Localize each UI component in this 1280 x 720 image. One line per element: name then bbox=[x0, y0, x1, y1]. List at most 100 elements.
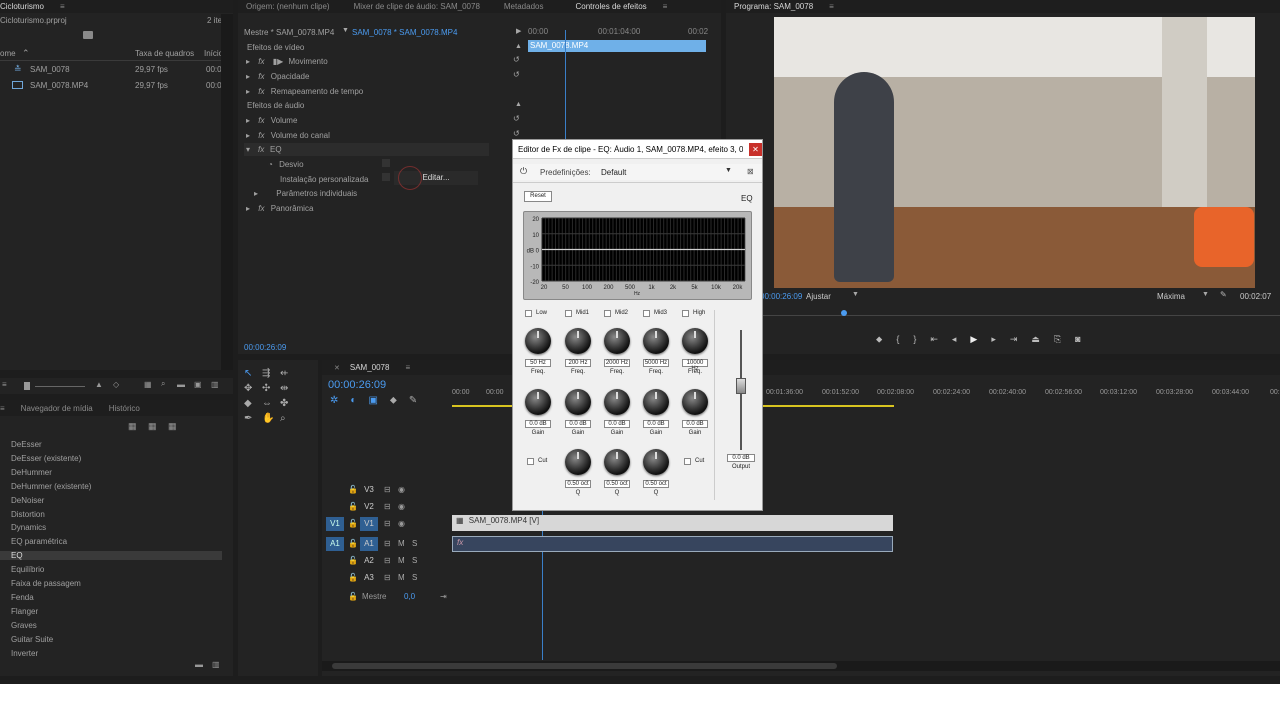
sync-lock-icon[interactable]: ⊟ bbox=[384, 485, 391, 494]
play-icon[interactable]: ▶ bbox=[970, 334, 977, 348]
col-fps[interactable]: Taxa de quadros bbox=[135, 49, 194, 58]
preset-dropdown[interactable]: Default bbox=[601, 168, 626, 177]
expand-icon[interactable]: ▸ bbox=[246, 72, 250, 81]
track-select-back-icon[interactable]: ⇷ bbox=[280, 368, 298, 379]
project-item[interactable]: ≛ SAM_0078 29,97 fps 00:0 bbox=[0, 62, 222, 76]
freq-value[interactable]: 50 Hz bbox=[525, 359, 551, 367]
folder-icon[interactable] bbox=[83, 31, 93, 39]
panel-menu-icon[interactable]: ≡ bbox=[655, 2, 676, 11]
bypass-checkbox[interactable] bbox=[382, 159, 390, 167]
gain-knob[interactable] bbox=[565, 389, 591, 415]
step-back-icon[interactable]: ◂ bbox=[952, 334, 957, 348]
sequence-clip-selector[interactable]: SAM_0078 * SAM_0078.MP4 bbox=[352, 28, 457, 37]
low-cut-checkbox[interactable] bbox=[527, 458, 534, 465]
effect-timecode[interactable]: 00:00:26:09 bbox=[244, 343, 286, 352]
sort-up-icon[interactable]: ⌃ bbox=[22, 48, 30, 59]
lock-icon[interactable]: 🔓 bbox=[348, 539, 358, 548]
expand-icon[interactable]: ▸ bbox=[246, 204, 250, 213]
eye-icon[interactable]: ◉ bbox=[398, 485, 405, 494]
program-timecode[interactable]: 00:00:26:09 bbox=[760, 292, 802, 301]
quality-dropdown[interactable]: Máxima bbox=[1157, 292, 1185, 301]
freq-knob[interactable] bbox=[604, 328, 630, 354]
solo-button[interactable]: S bbox=[412, 556, 417, 565]
collapse-icon[interactable]: ▲ bbox=[515, 101, 522, 108]
freq-knob[interactable] bbox=[643, 328, 669, 354]
lock-icon[interactable]: 🔓 bbox=[348, 519, 358, 528]
panel-menu-icon[interactable]: ≡ bbox=[0, 404, 13, 413]
export-frame-icon[interactable]: ◙ bbox=[1075, 334, 1080, 348]
fx-icon[interactable]: fx bbox=[258, 57, 264, 66]
reset-icon[interactable]: ↺ bbox=[513, 70, 520, 79]
track-target[interactable]: V2 bbox=[360, 500, 378, 514]
project-item[interactable]: SAM_0078.MP4 29,97 fps 00:0 bbox=[0, 78, 222, 92]
effect-row-motion[interactable]: ▸ fx ▮▶ Movimento bbox=[246, 57, 328, 66]
effect-list-item[interactable]: Dynamics bbox=[0, 523, 222, 532]
q-knob[interactable] bbox=[565, 449, 591, 475]
close-icon[interactable]: ✕ bbox=[322, 364, 348, 372]
track-target[interactable]: V3 bbox=[360, 483, 378, 497]
track-target[interactable]: A2 bbox=[360, 554, 378, 568]
q-knob[interactable] bbox=[604, 449, 630, 475]
sync-lock-icon[interactable]: ⊟ bbox=[384, 573, 391, 582]
program-ruler[interactable] bbox=[760, 308, 1280, 316]
effect-list-item[interactable]: Graves bbox=[0, 621, 222, 630]
close-button[interactable]: ✕ bbox=[749, 143, 762, 156]
gain-value[interactable]: 0.0 dB bbox=[525, 420, 551, 428]
solo-button[interactable]: S bbox=[412, 539, 417, 548]
lock-icon[interactable]: 🔓 bbox=[348, 573, 358, 582]
gain-knob[interactable] bbox=[525, 389, 551, 415]
stopwatch-icon[interactable]: ◔ bbox=[268, 160, 273, 169]
effect-list-item[interactable]: Fenda bbox=[0, 593, 222, 602]
list-view-icon[interactable]: ≡ bbox=[2, 380, 7, 389]
play-only-icon[interactable]: ▶ bbox=[516, 27, 521, 35]
effect-row-panner[interactable]: ▸ fx Panorâmica bbox=[246, 204, 313, 213]
q-value[interactable]: 0.50 oct bbox=[565, 480, 591, 488]
effect-list-item[interactable]: EQ paramétrica bbox=[0, 537, 222, 546]
dropdown-icon[interactable]: ▼ bbox=[1202, 291, 1209, 298]
expand-icon[interactable]: ▸ bbox=[246, 116, 250, 125]
go-to-in-icon[interactable]: ⇤ bbox=[930, 334, 938, 348]
wrench-icon[interactable]: ✎ bbox=[1220, 290, 1227, 299]
fx-icon[interactable]: fx bbox=[258, 204, 264, 213]
lift-icon[interactable]: ⏏ bbox=[1031, 334, 1040, 348]
band-checkbox[interactable] bbox=[604, 310, 611, 317]
freq-value[interactable]: 5000 Hz bbox=[643, 359, 669, 367]
effect-list-item[interactable]: Guitar Suite bbox=[0, 635, 222, 644]
add-marker-icon[interactable]: ⬥ bbox=[390, 395, 397, 406]
eq-params-row[interactable]: ▸ Parâmetros individuais bbox=[254, 189, 357, 198]
gain-value[interactable]: 0.0 dB bbox=[643, 420, 669, 428]
scroll-thumb[interactable] bbox=[332, 663, 837, 669]
fx-icon[interactable]: fx bbox=[258, 131, 264, 140]
band-checkbox[interactable] bbox=[565, 310, 572, 317]
expand-icon[interactable]: ▸ bbox=[254, 189, 258, 198]
linked-selection-icon[interactable]: ▣ bbox=[368, 395, 377, 406]
track-target[interactable]: V1 bbox=[360, 517, 378, 531]
q-value[interactable]: 0.50 oct bbox=[604, 480, 630, 488]
effect-list-item[interactable]: Flanger bbox=[0, 607, 222, 616]
ripple-edit-icon[interactable]: ✥ bbox=[244, 383, 262, 394]
sync-lock-icon[interactable]: ⊟ bbox=[384, 519, 391, 528]
reset-icon[interactable]: ↺ bbox=[513, 55, 520, 64]
tab-media-browser[interactable]: Navegador de mídia bbox=[13, 404, 101, 413]
q-knob[interactable] bbox=[643, 449, 669, 475]
mute-button[interactable]: M bbox=[398, 539, 405, 548]
power-icon[interactable]: ⏻ bbox=[520, 166, 527, 177]
settings-icon[interactable]: ✎ bbox=[409, 395, 417, 406]
dropdown-icon[interactable]: ▼ bbox=[725, 167, 732, 174]
rate-stretch-icon[interactable]: ⇹ bbox=[280, 383, 298, 394]
timeline-scrollbar[interactable] bbox=[322, 661, 1280, 671]
project-title[interactable]: Cicloturismo bbox=[0, 2, 52, 11]
tab-effect-controls[interactable]: Controles de efeitos bbox=[551, 2, 654, 11]
mute-button[interactable]: M bbox=[398, 556, 405, 565]
zoom-icon[interactable]: ⌕ bbox=[280, 413, 298, 424]
program-playhead[interactable] bbox=[841, 310, 847, 316]
effect-row-eq[interactable]: ▾ fx EQ bbox=[244, 143, 489, 156]
effect-list-item[interactable]: Equilíbrio bbox=[0, 565, 222, 574]
panel-menu-icon[interactable]: ≡ bbox=[821, 2, 842, 11]
source-patch[interactable]: A1 bbox=[326, 537, 344, 551]
rolling-edit-icon[interactable]: ✣ bbox=[262, 383, 280, 394]
lock-icon[interactable]: 🔓 bbox=[348, 485, 358, 494]
dialog-titlebar[interactable]: Editor de Fx de clipe - EQ: Áudio 1, SAM… bbox=[513, 140, 762, 159]
effect-list-item[interactable]: DeHummer bbox=[0, 468, 222, 477]
effect-ruler[interactable]: 00:00 00:01:04:00 00:02 bbox=[528, 26, 708, 36]
